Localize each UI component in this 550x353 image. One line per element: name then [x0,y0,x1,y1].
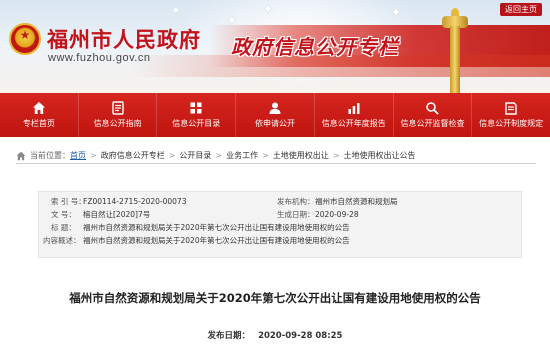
breadcrumb-divider [16,163,536,164]
application-icon [269,102,281,114]
org-value: 福州市自然资源和规划局 [315,197,398,206]
nav-item-regulation[interactable]: 信息公开制度规定 [472,93,550,137]
home-icon [32,102,45,114]
title-label: 标 题： [51,223,76,232]
report-icon [348,103,360,114]
breadcrumb-home-link[interactable]: 首页 [70,150,86,161]
doc-number-value: 榕自然让[2020]7号 [83,210,151,219]
nav-item-label: 专栏首页 [22,119,55,128]
date-value: 2020-09-28 [315,210,359,219]
publish-date-value: 2020-09-28 08:25 [258,331,343,341]
site-url: www.fuzhou.gov.cn [48,52,151,64]
index-label: 索 引 号： [51,197,86,206]
breadcrumb: 当前位置： 首页 > 政府信息公开专栏 > 公开目录 > 业务工作 > 土地使用… [16,150,536,161]
nav-item-label: 信息公开年度报告 [321,119,386,128]
regulation-icon [505,102,517,115]
location-home-icon [16,151,26,160]
article-title: 福州市自然资源和规划局关于2020年第七次公开出让国有建设用地使用权的公告 [69,291,481,305]
nav-item-label: 信息公开监督检查 [400,119,465,128]
return-home-button[interactable]: 返回主页 [500,3,542,16]
nav-item-guide[interactable]: 信息公开指南 [79,93,158,137]
guide-icon [111,101,124,115]
header-banner: ✦ ✦ ✦ ✦ ★ 福州市人民政府 www.fuzhou.gov.cn 政府信息… [0,0,550,93]
dove-icon: ✦ [170,3,182,19]
breadcrumb-separator: > [262,151,269,160]
nav-item-inspection[interactable]: 信息公开监督检查 [394,93,473,137]
title-value: 福州市自然资源和规划局关于2020年第七次公开出让国有建设用地使用权的公告 [83,223,350,232]
nav-item-label: 信息公开目录 [172,119,221,128]
summary-value: 福州市自然资源和规划局关于2020年第七次公开出让国有建设用地使用权的公告 [83,236,350,245]
nav-item-home[interactable]: 专栏首页 [0,93,79,137]
huabiao-pillar-icon [440,8,470,93]
breadcrumb-link[interactable]: 土地使用权出让公告 [344,150,416,161]
dove-icon: ✦ [262,2,274,18]
nav-item-label: 信息公开制度规定 [479,119,544,128]
column-title: 政府信息公开专栏 [231,35,399,59]
breadcrumb-link[interactable]: 业务工作 [226,150,258,161]
document-meta-table: 索 引 号： FZ00114-2715-2020-00073 发布机构： 福州市… [38,191,522,258]
nav-item-application[interactable]: 依申请公开 [236,93,315,137]
nav-item-catalog[interactable]: 信息公开目录 [157,93,237,137]
nav-item-annual-report[interactable]: 信息公开年度报告 [315,93,394,137]
doc-number-label: 文 号： [51,210,76,219]
publish-date-label: 发布日期： [207,331,251,341]
dove-icon: ✦ [226,13,238,29]
breadcrumb-link[interactable]: 公开目录 [179,150,211,161]
date-label: 生成日期： [277,210,315,219]
national-emblem-icon[interactable]: ★ [9,23,41,55]
catalog-icon [190,102,202,114]
summary-label: 内容概述： [43,236,81,245]
site-title[interactable]: 福州市人民政府 [47,24,201,54]
inspection-icon [426,102,440,115]
nav-item-label: 依申请公开 [255,119,296,128]
nav-item-label: 信息公开指南 [93,119,142,128]
breadcrumb-separator: > [168,151,176,160]
org-label: 发布机构： [277,197,315,206]
breadcrumb-separator: > [215,151,223,160]
breadcrumb-separator: > [90,151,97,160]
publish-info: 发布日期： 2020-09-28 08:25 [0,329,550,341]
dove-icon: ✦ [390,5,402,21]
index-value: FZ00114-2715-2020-00073 [83,197,187,206]
breadcrumb-separator: > [332,151,340,160]
breadcrumb-prefix: 当前位置： [30,151,70,160]
breadcrumb-link[interactable]: 政府信息公开专栏 [101,150,165,161]
main-nav: 专栏首页 信息公开指南 信息公开目录 依申请公开 信息公开年度报告 信息公开监督… [0,93,550,137]
breadcrumb-link[interactable]: 土地使用权出让 [273,150,329,161]
